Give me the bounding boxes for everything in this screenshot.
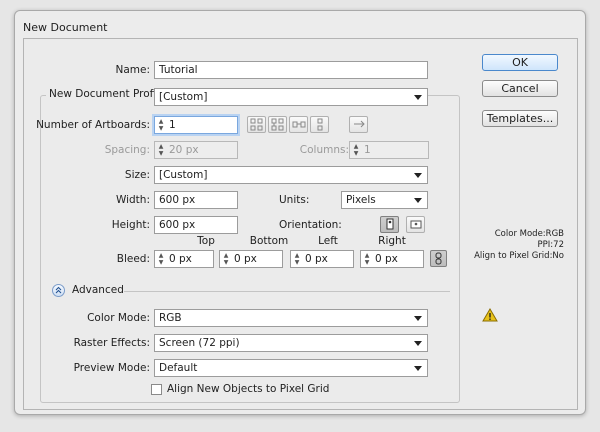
color-mode-dropdown[interactable]: RGB [154,309,428,327]
color-mode-value: RGB [159,312,182,324]
height-input[interactable]: 600 px [154,216,238,234]
chevron-down-icon [414,341,422,346]
units-value: Pixels [346,194,376,206]
stepper-icon: ▲ ▼ [353,143,359,157]
grid-by-row-button[interactable] [247,116,266,133]
grid-by-column-button[interactable] [268,116,287,133]
spacing-input[interactable]: ▲ ▼ 20 px [154,141,238,159]
templates-button[interactable]: Templates... [482,110,558,127]
advanced-label: Advanced [72,284,124,296]
raster-effects-dropdown[interactable]: Screen (72 ppi) [154,334,428,352]
size-dropdown[interactable]: [Custom] [154,166,428,184]
bleed-bottom-value: 0 px [234,253,257,265]
bleed-top-input[interactable]: ▲ ▼ 0 px [154,250,214,268]
profile-value: [Custom] [159,91,208,103]
height-label: Height: [111,219,150,231]
chevron-down-icon [414,173,422,178]
info-align: Align to Pixel Grid:No [474,251,564,261]
document-info: Color Mode:RGB PPI:72 Align to Pixel Gri… [474,229,564,262]
name-input[interactable]: Tutorial [154,61,428,79]
profile-dropdown[interactable]: [Custom] [154,88,428,106]
stepper-icon[interactable]: ▲ ▼ [292,252,302,266]
bleed-left-label: Left [318,235,338,247]
size-label: Size: [124,169,150,181]
link-bleed-button[interactable] [430,250,447,267]
portrait-icon [386,218,394,230]
bleed-right-label: Right [378,235,406,247]
spacing-value: 20 px [169,144,199,156]
artboards-count-value: 1 [169,119,176,131]
chevron-down-icon [414,316,422,321]
units-label: Units: [279,194,310,206]
advanced-toggle[interactable] [52,284,65,297]
preview-mode-value: Default [159,362,198,374]
portrait-button[interactable] [380,216,399,233]
columns-value: 1 [364,144,371,156]
new-document-dialog: New Document Name: Tutorial New Document… [14,10,586,415]
landscape-button[interactable] [406,216,425,233]
bleed-top-label: Top [197,235,215,247]
arrange-by-column-button[interactable] [310,116,329,133]
right-to-left-button[interactable] [349,116,368,133]
columns-input[interactable]: ▲ ▼ 1 [349,141,429,159]
arrange-by-row-button[interactable] [289,116,308,133]
artboards-count-label: Number of Artboards: [36,119,150,131]
link-icon [435,252,442,265]
preview-mode-label: Preview Mode: [73,362,150,374]
landscape-icon [410,220,422,229]
color-mode-label: Color Mode: [87,312,150,324]
chevron-down-icon [414,198,422,203]
width-label: Width: [115,194,150,206]
stepper-icon[interactable]: ▲ ▼ [156,252,166,266]
cancel-button[interactable]: Cancel [482,80,558,97]
name-label: Name: [115,64,150,76]
chevron-down-icon [414,95,422,100]
bleed-bottom-label: Bottom [249,235,289,247]
size-value: [Custom] [159,169,208,181]
stepper-icon: ▲ ▼ [158,143,164,157]
info-color-mode: Color Mode:RGB [494,229,564,239]
chevron-down-icon [414,366,422,371]
info-ppi: PPI:72 [537,240,564,250]
bleed-left-value: 0 px [305,253,328,265]
spacing-label: Spacing: [104,144,150,156]
align-pixel-grid-label: Align New Objects to Pixel Grid [167,383,330,395]
advanced-divider [124,291,450,292]
bleed-bottom-input[interactable]: ▲ ▼ 0 px [219,250,283,268]
arrange-by-row-icon [292,121,306,128]
arrange-by-column-icon [317,118,323,131]
dialog-title: New Document [23,21,108,34]
align-pixel-grid-checkbox[interactable] [151,384,162,395]
stepper-icon[interactable]: ▲ ▼ [362,252,372,266]
artboards-count-input[interactable]: ▲ ▼ 1 [154,116,238,134]
stepper-icon[interactable]: ▲ ▼ [221,252,231,266]
raster-effects-value: Screen (72 ppi) [159,337,240,349]
bleed-right-input[interactable]: ▲ ▼ 0 px [360,250,424,268]
bleed-top-value: 0 px [169,253,192,265]
grid-by-row-icon [250,118,263,131]
bleed-left-input[interactable]: ▲ ▼ 0 px [290,250,354,268]
units-dropdown[interactable]: Pixels [341,191,428,209]
warning-icon [482,308,498,322]
bleed-right-value: 0 px [375,253,398,265]
preview-mode-dropdown[interactable]: Default [154,359,428,377]
bleed-label: Bleed: [116,253,150,265]
right-to-left-icon [354,120,365,128]
dialog-content: Name: Tutorial New Document Profile: [Cu… [23,38,578,410]
grid-by-column-icon [271,118,284,131]
columns-label: Columns: [299,144,349,156]
ok-button[interactable]: OK [482,54,558,71]
orientation-label: Orientation: [279,219,342,231]
raster-effects-label: Raster Effects: [73,337,150,349]
width-input[interactable]: 600 px [154,191,238,209]
chevron-up-icon [55,286,62,294]
stepper-icon[interactable]: ▲ ▼ [156,118,166,132]
